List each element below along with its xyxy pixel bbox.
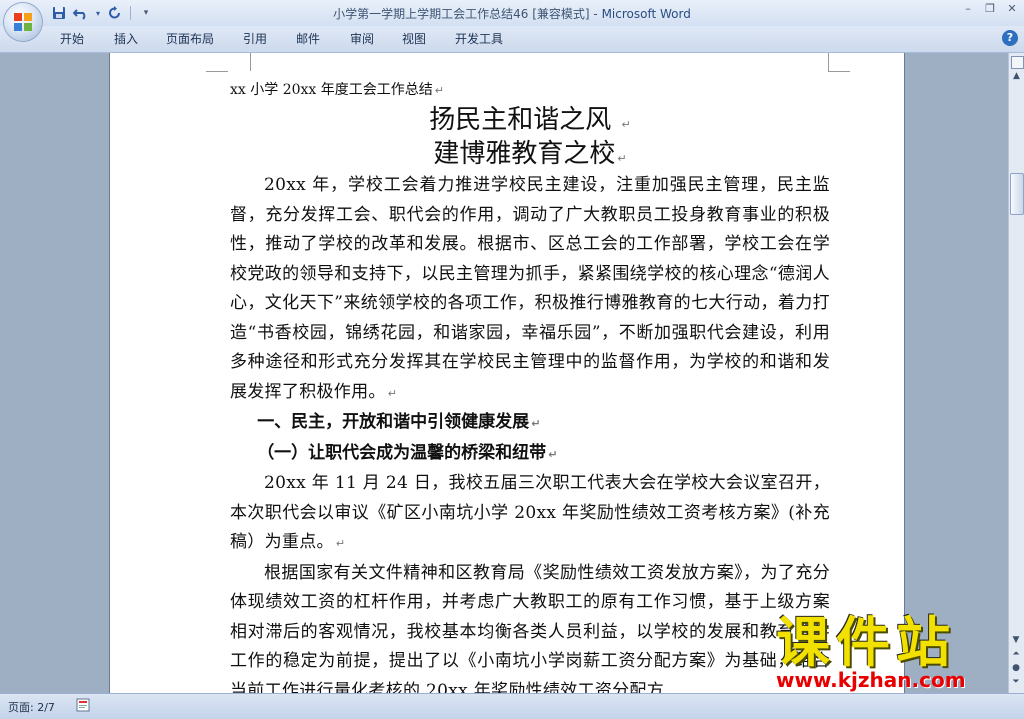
- restore-button[interactable]: ❐: [982, 2, 998, 16]
- close-button[interactable]: ✕: [1004, 2, 1020, 16]
- redo-icon[interactable]: [106, 4, 124, 22]
- page-indicator[interactable]: 页面: 2/7: [8, 699, 55, 715]
- browse-buttons: ▼ ⏶ ● ⏷: [1010, 635, 1022, 689]
- tab-review[interactable]: 审阅: [350, 30, 374, 47]
- section-heading-1: 一、民主，开放和谐中引领健康发展 ↵: [230, 408, 830, 439]
- scroll-thumb[interactable]: [1010, 173, 1024, 215]
- paragraph-mark: ↵: [434, 84, 444, 97]
- watermark-text: 课件站: [776, 611, 956, 674]
- title-bar: 小学第一学期上学期工会工作总结46 [兼容模式] - Microsoft Wor…: [0, 0, 1024, 26]
- document-name: 小学第一学期上学期工会工作总结46 [兼容模式]: [333, 7, 590, 21]
- browse-object-icon[interactable]: ●: [1010, 663, 1022, 675]
- doc-title-1-text: 扬民主和谐之风: [429, 105, 612, 135]
- section-heading-1-text: 一、民主，开放和谐中引领健康发展: [257, 412, 530, 432]
- office-button[interactable]: [4, 3, 42, 41]
- ribbon-tabs: 开始 插入 页面布局 引用 邮件 审阅 视图 开发工具 ?: [0, 26, 1024, 53]
- doc-title-1: 扬民主和谐之风 ↵: [230, 103, 830, 137]
- vertical-scrollbar[interactable]: ▲ ▼ ⏶ ● ⏷: [1008, 53, 1024, 693]
- undo-dropdown-icon[interactable]: ▾: [94, 4, 102, 22]
- status-bar: 页面: 2/7: [0, 693, 1024, 719]
- scroll-up-icon[interactable]: ▲: [1011, 71, 1022, 85]
- undo-icon[interactable]: [72, 4, 90, 22]
- scroll-down-icon[interactable]: ▼: [1010, 635, 1022, 647]
- paragraph-1: 20xx 年，学校工会着力推进学校民主建设，注重加强民主管理，民主监督，充分发挥…: [230, 171, 830, 408]
- tab-references[interactable]: 引用: [243, 30, 267, 47]
- paragraph-3-text: 根据国家有关文件精神和区教育局《奖励性绩效工资发放方案》，为了充分体现绩效工资的…: [230, 562, 830, 694]
- paragraph-mark: ↵: [387, 386, 398, 400]
- help-icon[interactable]: ?: [1002, 30, 1018, 46]
- doc-title-2-text: 建博雅教育之校: [433, 139, 616, 169]
- watermark: 课件站 www.kjzhan.com: [776, 611, 966, 693]
- section-heading-1-1-text: （一）让职代会成为温馨的桥梁和纽带: [257, 442, 547, 463]
- tab-page-layout[interactable]: 页面布局: [166, 30, 214, 47]
- office-logo-icon: [14, 13, 32, 31]
- crop-mark: [228, 53, 251, 71]
- watermark-url: www.kjzhan.com: [776, 668, 966, 692]
- save-icon[interactable]: [50, 4, 68, 22]
- paragraph-2-text: 20xx 年 11 月 24 日，我校五届三次职工代表大会在学校大会议室召开，本…: [230, 473, 830, 552]
- doc-heading-text: xx 小学 20xx 年度工会工作总结: [230, 82, 433, 98]
- document-body[interactable]: xx 小学 20xx 年度工会工作总结 ↵ 扬民主和谐之风 ↵ 建博雅教育之校 ↵ …: [230, 79, 830, 693]
- view-ruler-button[interactable]: [1011, 56, 1024, 69]
- paragraph-mark: ↵: [621, 118, 631, 131]
- paragraph-mark: ↵: [531, 417, 541, 430]
- window-controls: – ❐ ✕: [960, 2, 1020, 16]
- section-heading-1-1: （一）让职代会成为温馨的桥梁和纽带 ↵: [230, 439, 830, 470]
- paragraph-2: 20xx 年 11 月 24 日，我校五届三次职工代表大会在学校大会议室召开，本…: [230, 469, 830, 559]
- document-page[interactable]: xx 小学 20xx 年度工会工作总结 ↵ 扬民主和谐之风 ↵ 建博雅教育之校 ↵ …: [110, 53, 904, 693]
- quick-access-toolbar: ▾ ▾: [50, 3, 155, 23]
- crop-mark: [206, 53, 228, 72]
- next-page-icon[interactable]: ⏷: [1010, 677, 1022, 689]
- tab-insert[interactable]: 插入: [114, 30, 138, 47]
- tab-developer[interactable]: 开发工具: [455, 30, 503, 47]
- crop-mark: [828, 53, 851, 71]
- title-separator: -: [589, 7, 602, 21]
- customize-toolbar-icon[interactable]: ▾: [137, 4, 155, 22]
- toolbar-separator: [130, 6, 131, 20]
- doc-heading-line: xx 小学 20xx 年度工会工作总结 ↵: [230, 79, 830, 103]
- paragraph-3: 根据国家有关文件精神和区教育局《奖励性绩效工资发放方案》，为了充分体现绩效工资的…: [230, 559, 830, 694]
- tab-mailings[interactable]: 邮件: [296, 30, 320, 47]
- doc-title-2: 建博雅教育之校 ↵: [230, 137, 830, 171]
- app-name: Microsoft Word: [601, 7, 691, 21]
- tab-home[interactable]: 开始: [60, 30, 84, 47]
- paragraph-mark: ↵: [617, 152, 627, 165]
- tab-view[interactable]: 视图: [402, 30, 426, 47]
- minimize-button[interactable]: –: [960, 2, 976, 16]
- previous-page-icon[interactable]: ⏶: [1010, 649, 1022, 661]
- document-workspace: xx 小学 20xx 年度工会工作总结 ↵ 扬民主和谐之风 ↵ 建博雅教育之校 ↵ …: [0, 53, 1009, 693]
- paragraph-mark: ↵: [548, 447, 558, 461]
- paragraph-1-text: 20xx 年，学校工会着力推进学校民主建设，注重加强民主管理，民主监督，充分发挥…: [230, 175, 830, 402]
- paragraph-mark: ↵: [335, 537, 346, 550]
- proofing-icon[interactable]: [76, 698, 90, 712]
